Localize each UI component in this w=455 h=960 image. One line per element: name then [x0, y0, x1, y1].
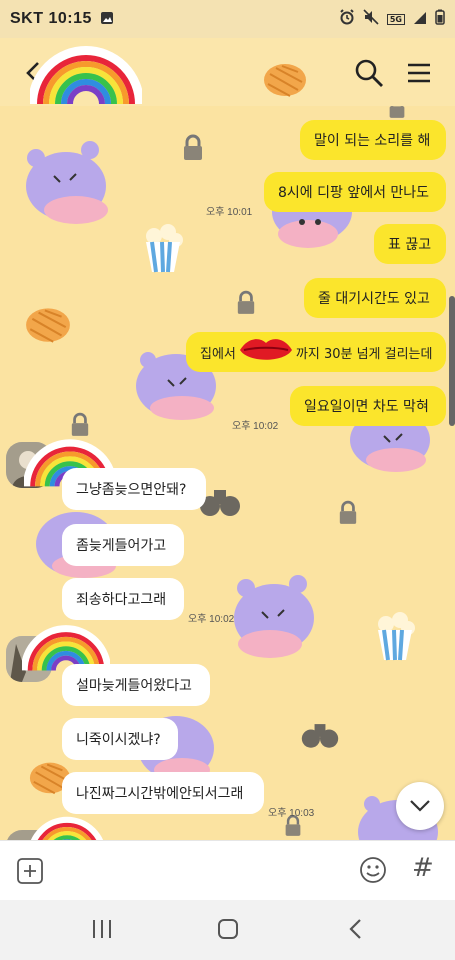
message-text: 나진짜그시간밖에안되서그래: [76, 786, 244, 802]
message-timestamp: 오후 10:01: [206, 207, 253, 218]
emoticon-button[interactable]: [358, 855, 388, 889]
message-text: 표 끊고: [388, 237, 432, 253]
carrier-time: SKT 10:15: [10, 10, 92, 27]
message-bubble-incoming[interactable]: 나진짜그시간밖에안되서그래: [62, 772, 264, 814]
message-text: 일요일이면 차도 막혀: [304, 399, 429, 415]
rainbow-sticker-icon: [28, 42, 144, 110]
home-icon: [218, 919, 238, 939]
message-bubble-incoming[interactable]: 죄송하다고그래: [62, 578, 184, 620]
lips-sticker-icon: [238, 335, 294, 369]
smiley-icon: [360, 857, 386, 883]
scrollbar[interactable]: [449, 296, 455, 426]
message-text: 말이 되는 소리를 해: [314, 133, 431, 149]
message-text-after: 까지 30분 넘게 걸리는데: [295, 346, 433, 362]
search-button[interactable]: [352, 56, 386, 90]
status-bar: SKT 10:15 5G: [0, 0, 455, 38]
chat-header: [0, 38, 455, 106]
scroll-to-bottom-button[interactable]: [396, 782, 444, 830]
lock-icon: [338, 500, 358, 530]
popcorn-icon: [140, 224, 186, 278]
hashtag-search-button[interactable]: #: [412, 853, 434, 883]
gallery-icon: [100, 10, 114, 29]
message-text: 그냥좀늦으면안돼?: [76, 482, 187, 498]
message-bubble-incoming[interactable]: 니죽이시겠냐?: [62, 718, 178, 760]
message-text: 좀늦게들어가고: [76, 538, 167, 554]
home-button[interactable]: [216, 917, 240, 945]
attach-button[interactable]: [16, 857, 44, 889]
hippo-sticker-icon: [20, 136, 112, 230]
system-back-button[interactable]: [346, 917, 366, 945]
message-timestamp: 오후 10:02: [188, 614, 235, 625]
mute-icon: [363, 9, 379, 29]
melon-bread-sticker-icon: [24, 304, 72, 348]
android-navigation-bar: [0, 900, 455, 960]
chat-messages-area[interactable]: 말이 되는 소리를 해 8시에 디팡 앞에서 만나도 오후 10:01 표 끊고…: [0, 106, 455, 840]
network-5g-icon: 5G: [386, 13, 405, 25]
message-text: 8시에 디팡 앞에서 만나도: [278, 185, 430, 201]
back-chevron-icon: [349, 919, 361, 939]
binoculars-icon: [300, 718, 340, 756]
melon-bread-sticker-icon: [262, 60, 308, 102]
signal-icon: [413, 10, 427, 29]
message-text-before: 집에서: [200, 346, 236, 362]
message-bubble-outgoing[interactable]: 표 끊고: [374, 224, 446, 264]
message-timestamp: 오후 10:03: [268, 808, 315, 819]
hippo-sticker-icon: [228, 570, 318, 664]
message-timestamp: 오후 10:02: [232, 421, 279, 432]
lock-icon: [182, 134, 204, 166]
message-bubble-outgoing[interactable]: 8시에 디팡 앞에서 만나도: [264, 172, 446, 212]
plus-square-icon: [17, 858, 43, 884]
lock-icon: [236, 290, 256, 320]
recent-apps-button[interactable]: [90, 918, 114, 944]
message-bubble-outgoing[interactable]: 일요일이면 차도 막혀: [290, 386, 446, 426]
message-bubble-incoming[interactable]: 좀늦게들어가고: [62, 524, 184, 566]
recent-apps-icon: [93, 920, 111, 938]
message-input-bar: #: [0, 840, 455, 900]
search-icon: [355, 59, 383, 87]
alarm-icon: [339, 9, 355, 29]
battery-icon: [435, 9, 445, 29]
chevron-down-icon: [410, 800, 430, 812]
message-bubble-outgoing[interactable]: 줄 대기시간도 있고: [304, 278, 446, 318]
message-bubble-outgoing[interactable]: 집에서 까지 30분 넘게 걸리는데: [186, 332, 446, 372]
menu-button[interactable]: [402, 56, 436, 90]
message-input[interactable]: [58, 851, 348, 891]
message-bubble-incoming[interactable]: 설마늦게들어왔다고: [62, 664, 210, 706]
hamburger-menu-icon: [408, 63, 430, 83]
message-bubble-incoming[interactable]: 그냥좀늦으면안돼?: [62, 468, 206, 510]
message-text: 죄송하다고그래: [76, 592, 167, 608]
rainbow-sticker-icon: [28, 814, 106, 840]
message-text: 설마늦게들어왔다고: [76, 678, 192, 694]
popcorn-icon: [372, 612, 418, 666]
message-text: 줄 대기시간도 있고: [318, 291, 430, 307]
message-bubble-outgoing[interactable]: 말이 되는 소리를 해: [300, 120, 446, 160]
message-text: 니죽이시겠냐?: [76, 732, 161, 748]
